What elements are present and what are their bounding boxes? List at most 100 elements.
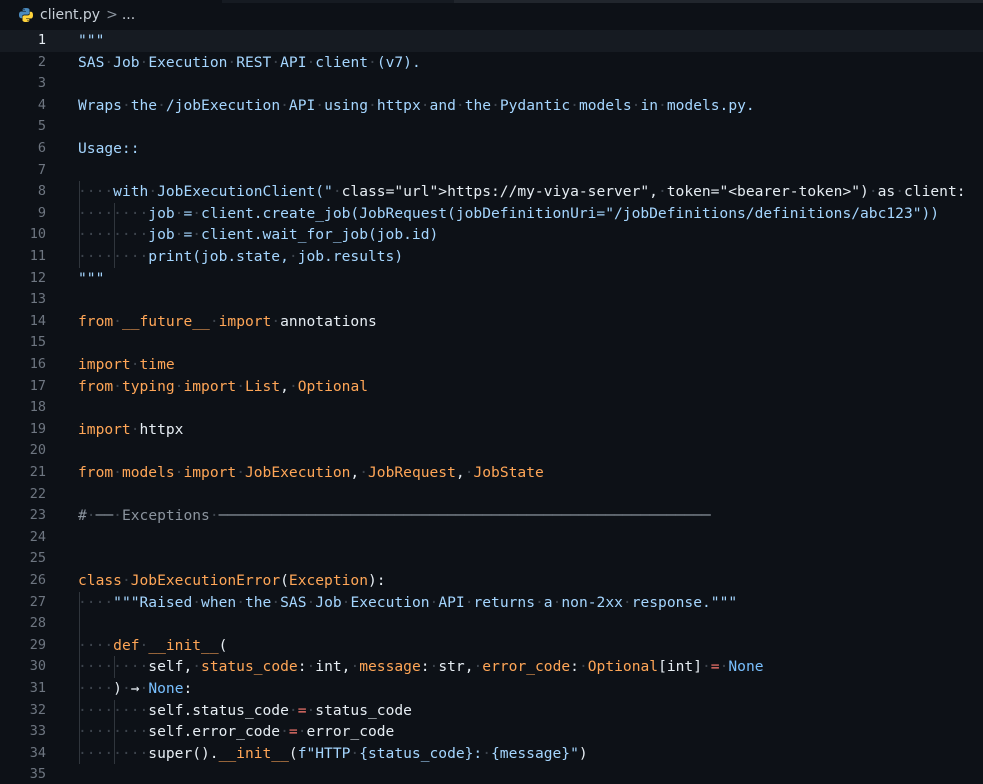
code-line[interactable]: 20: [0, 440, 983, 462]
line-number: 3: [37, 75, 46, 92]
code-line[interactable]: 10 ········job·=·client.wait_for_job(job.…: [0, 224, 983, 246]
line-number: 14: [29, 312, 46, 329]
code-line[interactable]: 7: [0, 160, 983, 182]
code-line[interactable]: 3: [0, 73, 983, 95]
code-text: from·__future__·import·annotations: [78, 312, 377, 330]
code-line[interactable]: 18: [0, 397, 983, 419]
line-number: 1: [37, 32, 46, 48]
line-number: 2: [37, 53, 46, 70]
code-text: class·JobExecutionError(Exception):: [78, 572, 386, 589]
code-text: ········self.error_code·=·error_code: [78, 723, 395, 741]
code-text: """: [78, 269, 105, 287]
code-line[interactable]: 14 from·__future__·import·annotations: [0, 311, 983, 333]
line-number: 11: [29, 248, 46, 264]
line-number: 20: [29, 442, 46, 459]
code-line[interactable]: 30 ········self,·status_code:·int,·messag…: [0, 656, 983, 678]
line-number: 25: [29, 550, 46, 567]
code-line[interactable]: 19 import·httpx: [0, 419, 983, 441]
line-number: 31: [29, 680, 46, 696]
code-text: ····"""Raised·when·the·SAS·Job·Execution…: [78, 593, 738, 611]
code-line[interactable]: 9 ········job·=·client.create_job(JobRequ…: [0, 203, 983, 225]
code-line[interactable]: 12 """: [0, 268, 983, 290]
code-line[interactable]: 28: [0, 613, 983, 635]
code-line[interactable]: 27 ····"""Raised·when·the·SAS·Job·Executi…: [0, 592, 983, 614]
code-line[interactable]: 11 ········print(job.state,·job.results): [0, 246, 983, 268]
code-text: ····with·JobExecutionClient("·class="url…: [78, 183, 966, 201]
indent-guide: [79, 591, 80, 765]
code-line[interactable]: 25: [0, 548, 983, 570]
line-number: 21: [29, 464, 46, 480]
code-line[interactable]: 24: [0, 527, 983, 549]
breadcrumb-ellipsis[interactable]: ...: [122, 7, 135, 23]
indent-guide: [114, 656, 115, 678]
line-number: 4: [37, 96, 46, 113]
code-line[interactable]: 5: [0, 116, 983, 138]
code-text: SAS·Job·Execution·REST·API·client·(v7).: [78, 53, 421, 71]
code-line[interactable]: 26 class·JobExecutionError(Exception):: [0, 570, 983, 592]
code-text: ········super().__init__(f"HTTP·{status_…: [78, 744, 588, 762]
line-number: 34: [29, 744, 46, 761]
line-number: 23: [29, 507, 46, 524]
code-line[interactable]: 15: [0, 332, 983, 354]
code-line[interactable]: 32 ········self.status_code·=·status_code: [0, 700, 983, 722]
code-line[interactable]: 4 Wraps·the·/jobExecution·API·using·httpx…: [0, 95, 983, 117]
line-number: 13: [29, 291, 46, 308]
code-text: Wraps·the·/jobExecution·API·using·httpx·…: [78, 96, 755, 114]
line-number: 28: [29, 615, 46, 632]
code-line[interactable]: 34 ········super().__init__(f"HTTP·{statu…: [0, 743, 983, 765]
code-line[interactable]: 17 from·typing·import·List,·Optional: [0, 376, 983, 398]
code-line[interactable]: 1 """: [0, 30, 983, 52]
code-line[interactable]: 21 from·models·import·JobExecution,·JobRe…: [0, 462, 983, 484]
line-number: 17: [29, 377, 46, 394]
line-number: 16: [29, 356, 46, 372]
line-number: 29: [29, 636, 46, 653]
code-text: ········self.status_code·=·status_code: [78, 701, 412, 719]
code-line[interactable]: 33 ········self.error_code·=·error_code: [0, 721, 983, 743]
breadcrumb: client.py > ...: [0, 0, 983, 30]
code-line[interactable]: 22: [0, 484, 983, 506]
breadcrumb-file-label: client.py: [40, 7, 101, 23]
indent-guide: [79, 181, 80, 268]
breadcrumb-file[interactable]: client.py: [18, 7, 100, 23]
line-number: 24: [29, 528, 46, 545]
line-number: 30: [29, 658, 46, 675]
indent-guide: [114, 699, 115, 765]
code-text: """: [78, 32, 105, 49]
line-number: 10: [29, 226, 46, 243]
line-number: 8: [37, 183, 46, 200]
code-text: ········job·=·client.wait_for_job(job.id…: [78, 226, 439, 244]
line-number: 33: [29, 723, 46, 740]
code-line[interactable]: 31 ····)·→·None:: [0, 678, 983, 700]
code-text: Usage::: [78, 140, 140, 157]
line-number: 6: [37, 140, 46, 156]
line-number: 32: [29, 701, 46, 718]
line-number: 12: [29, 269, 46, 286]
line-number: 22: [29, 485, 46, 502]
code-line[interactable]: 8 ····with·JobExecutionClient("·class="ur…: [0, 181, 983, 203]
code-text: import·time: [78, 356, 175, 373]
line-number: 9: [37, 204, 46, 221]
indent-guide: [114, 202, 115, 268]
code-text: from·typing·import·List,·Optional: [78, 377, 369, 395]
code-line[interactable]: 23 #·──·Exceptions·──────────────────────…: [0, 505, 983, 527]
code-text: ········self,·status_code:·int,·message:…: [78, 658, 764, 676]
code-text: import·httpx: [78, 420, 184, 438]
code-text: ········job·=·client.create_job(JobReque…: [78, 204, 940, 222]
code-line[interactable]: 2 SAS·Job·Execution·REST·API·client·(v7).: [0, 52, 983, 74]
code-text: from·models·import·JobExecution,·JobRequ…: [78, 464, 544, 481]
code-line[interactable]: 35: [0, 764, 983, 784]
code-line[interactable]: 16 import·time: [0, 354, 983, 376]
code-text: ····)·→·None:: [78, 680, 193, 697]
code-line[interactable]: 13: [0, 289, 983, 311]
line-number: 15: [29, 334, 46, 351]
line-number: 5: [37, 118, 46, 135]
line-number: 18: [29, 399, 46, 416]
line-number: 35: [29, 766, 46, 783]
line-number: 27: [29, 593, 46, 610]
breadcrumb-separator: >: [106, 7, 118, 23]
code-line[interactable]: 29 ····def·__init__(: [0, 635, 983, 657]
code-line[interactable]: 6 Usage::: [0, 138, 983, 160]
code-editor[interactable]: 1 """ 2 SAS·Job·Execution·REST·API·client·(…: [0, 30, 983, 784]
line-number: 26: [29, 572, 46, 588]
code-text: ····def·__init__(: [78, 636, 228, 654]
